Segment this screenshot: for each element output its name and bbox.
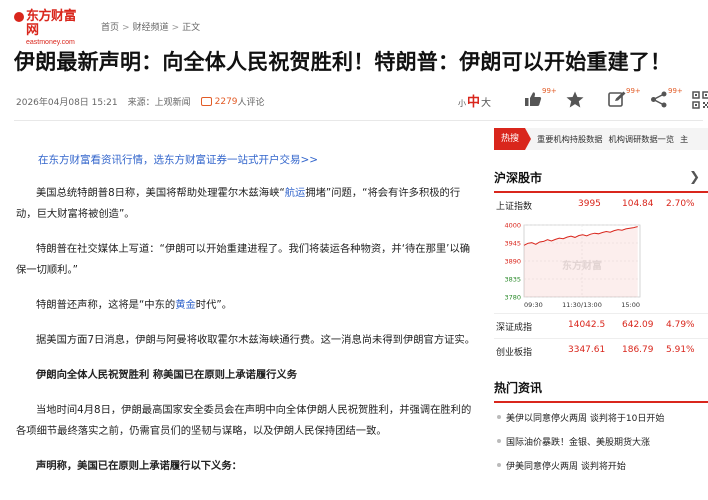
bullet-icon (497, 463, 501, 467)
index-price: 3995 (578, 199, 601, 209)
index-change: 186.79 (622, 345, 654, 355)
index-name: 深证成指 (496, 323, 533, 333)
comment-icon (200, 97, 212, 106)
hot-search-label: 热搜 (494, 128, 526, 150)
thumbs-up-icon (525, 92, 542, 106)
paragraph: 据美国方面7日消息，伊朗与阿曼将收取霍尔木兹海峡通行费。这一消息尚未得到伊朗官方… (36, 334, 476, 346)
x-tick-label: 09:30 (524, 301, 543, 309)
like-badge: 99+ (542, 87, 557, 95)
logo-text: 东方财富网 (26, 9, 77, 38)
hot-arrow-icon (525, 128, 532, 150)
article-body: 在东方财富看资讯行情，选东方财富证券一站式开户交易>> 美国总统特朗普8日称，美… (16, 150, 478, 491)
font-size-switch: 小中大 (458, 91, 491, 110)
market-section-title[interactable]: 沪深股市 ❯ (494, 163, 708, 193)
article-title: 伊朗最新声明：向全体人民祝贺胜利！特朗普：伊朗可以开始重建了！ (14, 50, 672, 74)
comment-badge: 99+ (626, 87, 641, 95)
article-source: 来源：上观新闻 (127, 98, 191, 108)
y-tick-label: 3780 (504, 294, 521, 302)
inline-link-gold[interactable]: 黄金 (175, 299, 196, 311)
index-row-sh[interactable]: 上证指数 3995 104.84 2.70% (494, 193, 708, 213)
hot-news-list: 美伊以同意停火两周 谈判将于10日开始 国际油价暴跌！金银、美股期货大涨 伊美同… (494, 405, 708, 477)
x-tick-label: 15:00 (621, 301, 640, 309)
edit-icon (608, 91, 626, 107)
index-price: 14042.5 (568, 320, 606, 330)
index-pct: 4.79% (666, 320, 695, 330)
breadcrumb-finance[interactable]: 财经频道 (133, 23, 169, 33)
index-row-cy[interactable]: 创业板指 3347.61 186.79 5.91% (494, 339, 708, 365)
y-tick-label: 3835 (504, 276, 521, 284)
list-item[interactable]: 美伊以同意停火两周 谈判将于10日开始 (494, 405, 708, 429)
list-item[interactable]: 伊美同意停火两周 谈判将开始 (494, 453, 708, 477)
section-heading: 声明称，美国已在原则上承诺履行以下义务： (36, 460, 242, 472)
comment-edit-button[interactable]: 99+ (604, 87, 644, 110)
index-price: 3347.61 (568, 345, 606, 355)
top-bar: 东方财富网 eastmoney.com 首页 > 财经频道 > 正文 (0, 0, 708, 46)
logo-mark-icon (14, 12, 24, 22)
share-badge: 99+ (668, 87, 683, 95)
breadcrumb-home[interactable]: 首页 (101, 23, 119, 33)
like-button[interactable]: 99+ (520, 87, 560, 110)
news-title-text: 热门资讯 (494, 381, 543, 395)
publish-time: 2026年04月08日 15:21 (16, 98, 118, 108)
font-mid-button[interactable]: 中 (467, 91, 480, 110)
index-name: 上证指数 (496, 202, 533, 212)
index-pct: 5.91% (666, 345, 695, 355)
hot-search-bar: 热搜 重要机构持股数据 机构调研数据一览 主 (494, 128, 708, 150)
star-icon (566, 91, 584, 108)
paragraph: 当地时间4月8日，伊朗最高国家安全委员会在声明中向全体伊朗人民祝贺胜利，并强调在… (16, 404, 472, 437)
breadcrumb-sep: > (122, 23, 130, 33)
comment-suffix: 人评论 (237, 98, 265, 108)
promo-link[interactable]: 在东方财富看资讯行情，选东方财富证券一站式开户交易>> (38, 150, 478, 171)
y-tick-label: 4000 (504, 222, 521, 230)
share-icon (651, 91, 667, 108)
qrcode-button[interactable] (688, 88, 708, 110)
y-tick-label: 3945 (504, 240, 521, 248)
comment-count: 2279 (214, 96, 238, 107)
section-heading: 伊朗向全体人民祝贺胜利 称美国已在原则上承诺履行义务 (36, 369, 298, 381)
paragraph: 特朗普在社交媒体上写道：“伊朗可以开始重建进程了。我们将装运各种物资，并‘待在那… (16, 243, 471, 276)
market-title-text: 沪深股市 (494, 171, 543, 185)
index-row-sz[interactable]: 深证成指 14042.5 642.09 4.79% (494, 314, 708, 338)
index-change: 642.09 (622, 320, 654, 330)
inline-link-shipping[interactable]: 航运 (285, 187, 306, 199)
breadcrumb-sep: > (171, 23, 180, 33)
bullet-icon (497, 415, 501, 419)
news-section-title: 热门资讯 (494, 373, 708, 403)
paragraph: 美国总统特朗普8日称，美国将帮助处理霍尔木兹海峡“航运拥堵”问题，“将会有许多积… (16, 187, 461, 220)
intraday-chart: 40003945389038353780东方财富09:3011:30/13:00… (504, 222, 641, 309)
breadcrumb-current: 正文 (182, 23, 201, 33)
hot-search-item[interactable]: 主 (680, 133, 688, 145)
y-tick-label: 3890 (504, 258, 521, 266)
hot-search-item[interactable]: 机构调研数据一览 (609, 133, 675, 145)
sidebar: 热搜 重要机构持股数据 机构调研数据一览 主 沪深股市 ❯ 上证指数 3995 … (494, 128, 708, 477)
article-meta: 2026年04月08日 15:21 来源：上观新闻 2279 人评论 (16, 95, 265, 109)
hot-search-item[interactable]: 重要机构持股数据 (537, 133, 603, 145)
qrcode-icon (692, 91, 708, 109)
font-small-button[interactable]: 小 (458, 98, 466, 109)
index-change: 104.84 (622, 199, 654, 209)
comment-link[interactable]: 2279 人评论 (200, 95, 265, 108)
index-pct: 2.70% (666, 199, 695, 209)
list-item[interactable]: 国际油价暴跌！金银、美股期货大涨 (494, 429, 708, 453)
site-logo[interactable]: 东方财富网 eastmoney.com (14, 10, 88, 46)
x-tick-label: 11:30/13:00 (562, 301, 602, 309)
bullet-icon (497, 439, 501, 443)
breadcrumb: 首页 > 财经频道 > 正文 (101, 20, 200, 33)
font-large-button[interactable]: 大 (481, 94, 491, 109)
article-actions: 99+ 99+ 99+ (520, 87, 708, 111)
chevron-right-icon[interactable]: ❯ (689, 163, 700, 193)
index-name: 创业板指 (496, 348, 533, 358)
index-chart[interactable]: 40003945389038353780东方财富09:3011:30/13:00… (494, 219, 708, 313)
favorite-button[interactable] (562, 88, 602, 110)
header-divider (14, 120, 703, 121)
paragraph: 特朗普还声称，这将是“中东的黄金时代”。 (36, 299, 233, 311)
share-button[interactable]: 99+ (646, 87, 686, 110)
